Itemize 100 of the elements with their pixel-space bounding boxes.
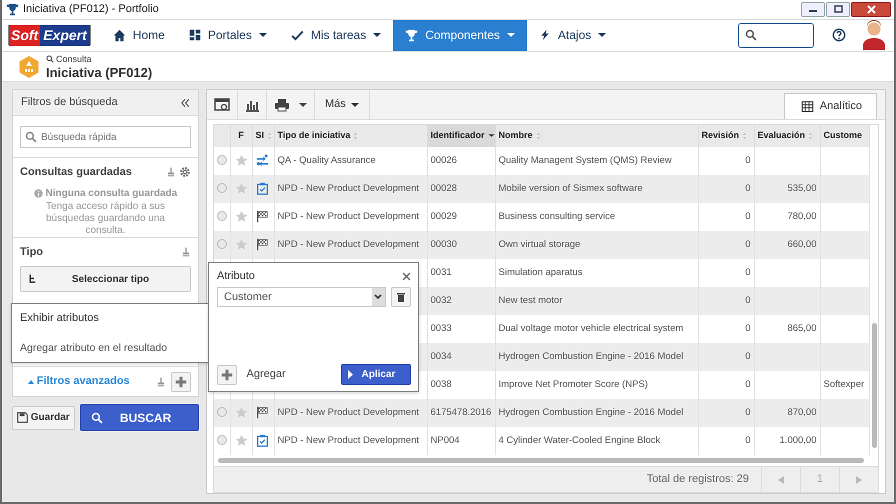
table-cell: Improve Net Promoter Score (NPS) — [498, 378, 648, 390]
table-cell: 780,00 — [787, 210, 816, 222]
check-icon — [290, 28, 304, 42]
trophy-icon — [405, 28, 418, 42]
horizontal-scrollbar[interactable] — [218, 458, 864, 463]
panel-title: Filtros de búsqueda — [21, 95, 118, 110]
radio-button[interactable] — [217, 239, 227, 250]
close-button[interactable] — [851, 2, 892, 17]
star-icon[interactable] — [234, 182, 248, 195]
column-header[interactable]: F — [238, 130, 244, 140]
table-cell: 0 — [745, 378, 750, 390]
nav-item[interactable]: Mis tareas — [278, 20, 394, 52]
close-icon — [866, 4, 876, 14]
table-cell: 0031 — [430, 266, 452, 278]
maximize-icon — [834, 5, 843, 14]
search-field[interactable] — [738, 22, 814, 48]
breadcrumb-link[interactable]: Consulta — [56, 52, 92, 66]
star-icon[interactable] — [234, 406, 248, 419]
delete-button[interactable] — [391, 287, 411, 308]
table-cell: 0032 — [430, 294, 452, 306]
table-cell: 0 — [745, 406, 750, 418]
hint-text: Tenga acceso rápido a sus búsquedas guardando una consulta. — [45, 201, 166, 237]
table-cell: 0 — [745, 210, 750, 222]
table-cell: 6175478.2016 — [430, 406, 492, 418]
table-cell: 0033 — [430, 322, 452, 334]
save-button[interactable]: Guardar — [12, 406, 75, 430]
more-dropdown[interactable]: Más — [315, 90, 370, 119]
play-icon — [348, 370, 353, 379]
table-cell: Own virtual storage — [498, 238, 580, 250]
empty-message: Ninguna consulta guardada — [46, 187, 178, 201]
radio-button[interactable] — [217, 211, 227, 222]
section-title: Tipo — [20, 245, 44, 260]
nav-item[interactable]: Home — [100, 20, 177, 52]
table-cell: Simulation aparatus — [498, 266, 582, 278]
table-cell: NPD - New Product Development — [278, 434, 419, 446]
column-header[interactable]: Nombre — [498, 130, 533, 140]
table-cell: NPD - New Product Development — [278, 406, 419, 418]
vertical-scrollbar[interactable] — [872, 323, 877, 448]
nav-item[interactable]: Portales — [176, 20, 279, 52]
app-icon — [6, 2, 19, 16]
table-cell: 535,00 — [787, 182, 816, 194]
column-header[interactable]: SI — [256, 130, 264, 140]
select-type-button[interactable]: Seleccionar tipo — [20, 266, 191, 292]
analytic-tab[interactable]: Analítico — [784, 93, 877, 119]
table-cell: 0 — [745, 322, 750, 334]
star-icon[interactable] — [234, 238, 248, 251]
table-cell: 0 — [745, 238, 750, 250]
avatar-icon[interactable] — [862, 20, 886, 50]
table-cell: 870,00 — [787, 406, 816, 418]
add-label: Agregar — [246, 367, 286, 382]
star-icon[interactable] — [234, 154, 248, 167]
search-button[interactable]: BUSCAR — [80, 404, 199, 431]
add-button[interactable] — [217, 364, 237, 384]
add-filter-button[interactable] — [171, 372, 191, 392]
radio-button[interactable] — [217, 155, 227, 166]
left-arrow-icon — [778, 476, 784, 484]
record-count: Total de registros: 29 — [646, 472, 750, 488]
popup-title: Atributo — [217, 269, 255, 284]
table-cell: NPD - New Product Development — [278, 210, 419, 222]
search-icon — [46, 55, 54, 64]
table-cell: Hydrogen Combustion Engine - 2016 Model — [498, 350, 684, 362]
search-icon — [91, 412, 104, 424]
table-cell: 0 — [745, 294, 750, 306]
table-cell: 0 — [745, 266, 750, 278]
nav-item[interactable]: Atajos — [526, 20, 618, 52]
radio-button[interactable] — [217, 435, 227, 446]
clipboard-icon — [256, 182, 268, 195]
search-icon — [25, 131, 37, 143]
home-icon — [112, 28, 126, 42]
table-cell: 0 — [745, 182, 750, 194]
plus-icon — [175, 376, 187, 388]
logo[interactable]: Soft Expert — [8, 25, 91, 46]
radio-button[interactable] — [217, 183, 227, 194]
hint-text: Agregar atributo en el resultado — [20, 340, 168, 356]
apply-button[interactable]: Aplicar — [341, 364, 411, 385]
hexagon-icon — [18, 54, 40, 79]
section-title: Consultas guardadas — [20, 165, 132, 180]
radio-button[interactable] — [217, 407, 227, 418]
settings-icon — [179, 166, 191, 178]
maximize-button[interactable] — [826, 2, 850, 17]
star-icon[interactable] — [234, 210, 248, 223]
search-icon — [745, 29, 757, 42]
bolt-icon — [538, 29, 551, 42]
table-cell: 660,00 — [787, 238, 816, 250]
nav-item[interactable]: Componentes — [393, 20, 527, 52]
table-cell: Mobile version of Sismex software — [498, 182, 643, 194]
help-icon[interactable] — [832, 28, 846, 42]
table-cell: 00029 — [430, 210, 457, 222]
table-cell: 0 — [745, 154, 750, 166]
panel-title: Exhibir atributos — [20, 311, 100, 326]
plus-icon — [221, 368, 233, 380]
table-cell: 0 — [745, 350, 750, 362]
advanced-filters-link[interactable]: Filtros avanzados — [28, 373, 130, 390]
minimize-button[interactable] — [801, 2, 826, 17]
collapse-icon[interactable] — [180, 98, 190, 108]
attribute-dropdown[interactable]: Customer — [217, 287, 386, 308]
close-icon[interactable] — [402, 272, 411, 281]
table-cell: 0038 — [430, 378, 452, 390]
star-icon[interactable] — [234, 434, 248, 447]
table-cell: Quality Managent System (QMS) Review — [498, 154, 672, 166]
